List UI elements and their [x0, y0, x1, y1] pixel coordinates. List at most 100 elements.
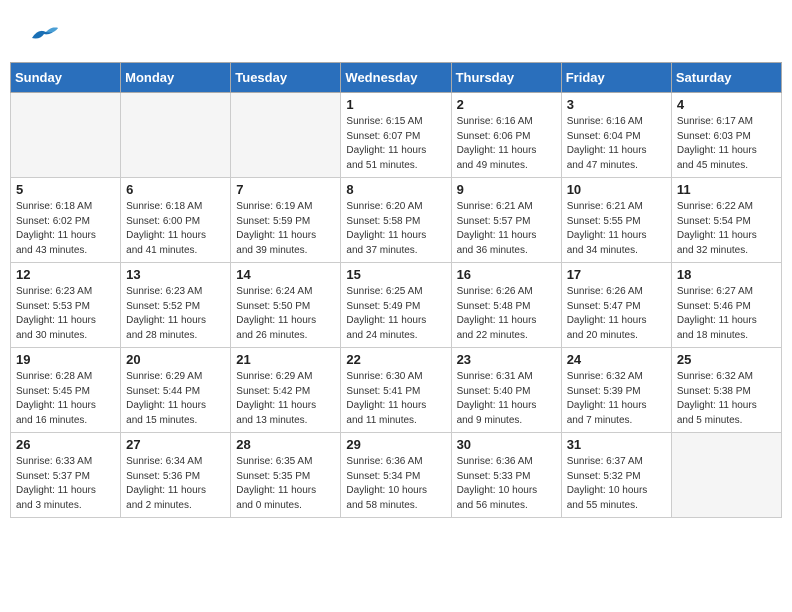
day-number: 27: [126, 437, 225, 452]
calendar-week-3: 12 Sunrise: 6:23 AM Sunset: 5:53 PM Dayli…: [11, 263, 782, 348]
calendar-cell: 20 Sunrise: 6:29 AM Sunset: 5:44 PM Dayli…: [121, 348, 231, 433]
cell-info: Sunrise: 6:28 AM Sunset: 5:45 PM Dayligh…: [16, 370, 115, 428]
cell-info: Sunrise: 6:26 AM Sunset: 5:48 PM Dayligh…: [457, 285, 556, 343]
calendar-cell: 23 Sunrise: 6:31 AM Sunset: 5:40 PM Dayli…: [451, 348, 561, 433]
calendar-header: SundayMondayTuesdayWednesdayThursdayFrid…: [11, 63, 782, 93]
day-number: 14: [236, 267, 335, 282]
calendar-cell: 9 Sunrise: 6:21 AM Sunset: 5:57 PM Daylig…: [451, 178, 561, 263]
cell-info: Sunrise: 6:19 AM Sunset: 5:59 PM Dayligh…: [236, 200, 335, 258]
day-number: 12: [16, 267, 115, 282]
cell-info: Sunrise: 6:31 AM Sunset: 5:40 PM Dayligh…: [457, 370, 556, 428]
day-number: 7: [236, 182, 335, 197]
day-number: 8: [346, 182, 445, 197]
calendar-week-2: 5 Sunrise: 6:18 AM Sunset: 6:02 PM Daylig…: [11, 178, 782, 263]
day-number: 2: [457, 97, 556, 112]
calendar-cell: 13Sunrise: 6:23 AM Sunset: 5:52 PM Dayli…: [121, 263, 231, 348]
weekday-header-wednesday: Wednesday: [341, 63, 451, 93]
weekday-header-tuesday: Tuesday: [231, 63, 341, 93]
cell-info: Sunrise: 6:29 AM Sunset: 5:42 PM Dayligh…: [236, 370, 335, 428]
cell-info: Sunrise: 6:25 AM Sunset: 5:49 PM Dayligh…: [346, 285, 445, 343]
cell-info: Sunrise: 6:26 AM Sunset: 5:47 PM Dayligh…: [567, 285, 666, 343]
calendar-cell: 28Sunrise: 6:35 AM Sunset: 5:35 PM Dayli…: [231, 433, 341, 518]
weekday-header-friday: Friday: [561, 63, 671, 93]
day-number: 18: [677, 267, 776, 282]
day-number: 9: [457, 182, 556, 197]
calendar-cell: 24 Sunrise: 6:32 AM Sunset: 5:39 PM Dayli…: [561, 348, 671, 433]
cell-info: Sunrise: 6:36 AM Sunset: 5:34 PM Dayligh…: [346, 455, 445, 513]
cell-info: Sunrise: 6:34 AM Sunset: 5:36 PM Dayligh…: [126, 455, 225, 513]
cell-info: Sunrise: 6:22 AM Sunset: 5:54 PM Dayligh…: [677, 200, 776, 258]
calendar-cell: 25 Sunrise: 6:32 AM Sunset: 5:38 PM Dayli…: [671, 348, 781, 433]
calendar-cell: 21 Sunrise: 6:29 AM Sunset: 5:42 PM Dayli…: [231, 348, 341, 433]
day-number: 30: [457, 437, 556, 452]
logo: [24, 18, 64, 54]
day-number: 10: [567, 182, 666, 197]
cell-info: Sunrise: 6:33 AM Sunset: 5:37 PM Dayligh…: [16, 455, 115, 513]
calendar-cell: 11 Sunrise: 6:22 AM Sunset: 5:54 PM Dayli…: [671, 178, 781, 263]
day-number: 17: [567, 267, 666, 282]
calendar-cell: 15 Sunrise: 6:25 AM Sunset: 5:49 PM Dayli…: [341, 263, 451, 348]
calendar-cell: [121, 93, 231, 178]
day-number: 31: [567, 437, 666, 452]
weekday-header-sunday: Sunday: [11, 63, 121, 93]
cell-info: Sunrise: 6:17 AM Sunset: 6:03 PM Dayligh…: [677, 115, 776, 173]
calendar-cell: 6Sunrise: 6:18 AM Sunset: 6:00 PM Daylig…: [121, 178, 231, 263]
calendar-cell: 4Sunrise: 6:17 AM Sunset: 6:03 PM Daylig…: [671, 93, 781, 178]
calendar-cell: 16Sunrise: 6:26 AM Sunset: 5:48 PM Dayli…: [451, 263, 561, 348]
day-number: 22: [346, 352, 445, 367]
logo-icon: [24, 18, 60, 54]
calendar-cell: 17 Sunrise: 6:26 AM Sunset: 5:47 PM Dayli…: [561, 263, 671, 348]
day-number: 23: [457, 352, 556, 367]
calendar-cell: 19Sunrise: 6:28 AM Sunset: 5:45 PM Dayli…: [11, 348, 121, 433]
day-number: 15: [346, 267, 445, 282]
calendar-cell: [231, 93, 341, 178]
cell-info: Sunrise: 6:16 AM Sunset: 6:06 PM Dayligh…: [457, 115, 556, 173]
cell-info: Sunrise: 6:20 AM Sunset: 5:58 PM Dayligh…: [346, 200, 445, 258]
day-number: 29: [346, 437, 445, 452]
calendar-week-5: 26 Sunrise: 6:33 AM Sunset: 5:37 PM Dayli…: [11, 433, 782, 518]
cell-info: Sunrise: 6:29 AM Sunset: 5:44 PM Dayligh…: [126, 370, 225, 428]
day-number: 25: [677, 352, 776, 367]
calendar-cell: 10 Sunrise: 6:21 AM Sunset: 5:55 PM Dayli…: [561, 178, 671, 263]
calendar-cell: 29 Sunrise: 6:36 AM Sunset: 5:34 PM Dayli…: [341, 433, 451, 518]
cell-info: Sunrise: 6:16 AM Sunset: 6:04 PM Dayligh…: [567, 115, 666, 173]
calendar-cell: 31Sunrise: 6:37 AM Sunset: 5:32 PM Dayli…: [561, 433, 671, 518]
day-number: 21: [236, 352, 335, 367]
calendar-cell: 27 Sunrise: 6:34 AM Sunset: 5:36 PM Dayli…: [121, 433, 231, 518]
cell-info: Sunrise: 6:32 AM Sunset: 5:38 PM Dayligh…: [677, 370, 776, 428]
day-number: 20: [126, 352, 225, 367]
cell-info: Sunrise: 6:18 AM Sunset: 6:02 PM Dayligh…: [16, 200, 115, 258]
cell-info: Sunrise: 6:30 AM Sunset: 5:41 PM Dayligh…: [346, 370, 445, 428]
calendar-cell: 22 Sunrise: 6:30 AM Sunset: 5:41 PM Dayli…: [341, 348, 451, 433]
calendar-cell: 18 Sunrise: 6:27 AM Sunset: 5:46 PM Dayli…: [671, 263, 781, 348]
cell-info: Sunrise: 6:24 AM Sunset: 5:50 PM Dayligh…: [236, 285, 335, 343]
day-number: 28: [236, 437, 335, 452]
cell-info: Sunrise: 6:18 AM Sunset: 6:00 PM Dayligh…: [126, 200, 225, 258]
calendar-table: SundayMondayTuesdayWednesdayThursdayFrid…: [10, 62, 782, 518]
cell-info: Sunrise: 6:23 AM Sunset: 5:53 PM Dayligh…: [16, 285, 115, 343]
cell-info: Sunrise: 6:21 AM Sunset: 5:57 PM Dayligh…: [457, 200, 556, 258]
cell-info: Sunrise: 6:32 AM Sunset: 5:39 PM Dayligh…: [567, 370, 666, 428]
weekday-header-thursday: Thursday: [451, 63, 561, 93]
calendar-week-4: 19Sunrise: 6:28 AM Sunset: 5:45 PM Dayli…: [11, 348, 782, 433]
calendar-cell: 1Sunrise: 6:15 AM Sunset: 6:07 PM Daylig…: [341, 93, 451, 178]
day-number: 26: [16, 437, 115, 452]
cell-info: Sunrise: 6:27 AM Sunset: 5:46 PM Dayligh…: [677, 285, 776, 343]
calendar-cell: 3 Sunrise: 6:16 AM Sunset: 6:04 PM Daylig…: [561, 93, 671, 178]
calendar-cell: [671, 433, 781, 518]
calendar-cell: 2 Sunrise: 6:16 AM Sunset: 6:06 PM Daylig…: [451, 93, 561, 178]
cell-info: Sunrise: 6:21 AM Sunset: 5:55 PM Dayligh…: [567, 200, 666, 258]
calendar-week-1: 1Sunrise: 6:15 AM Sunset: 6:07 PM Daylig…: [11, 93, 782, 178]
day-number: 5: [16, 182, 115, 197]
cell-info: Sunrise: 6:36 AM Sunset: 5:33 PM Dayligh…: [457, 455, 556, 513]
calendar-cell: 30 Sunrise: 6:36 AM Sunset: 5:33 PM Dayli…: [451, 433, 561, 518]
weekday-header-saturday: Saturday: [671, 63, 781, 93]
calendar-cell: 12 Sunrise: 6:23 AM Sunset: 5:53 PM Dayli…: [11, 263, 121, 348]
calendar-cell: 26 Sunrise: 6:33 AM Sunset: 5:37 PM Dayli…: [11, 433, 121, 518]
calendar-wrap: SundayMondayTuesdayWednesdayThursdayFrid…: [0, 62, 792, 528]
cell-info: Sunrise: 6:23 AM Sunset: 5:52 PM Dayligh…: [126, 285, 225, 343]
calendar-cell: 14 Sunrise: 6:24 AM Sunset: 5:50 PM Dayli…: [231, 263, 341, 348]
day-number: 3: [567, 97, 666, 112]
day-number: 11: [677, 182, 776, 197]
day-number: 24: [567, 352, 666, 367]
